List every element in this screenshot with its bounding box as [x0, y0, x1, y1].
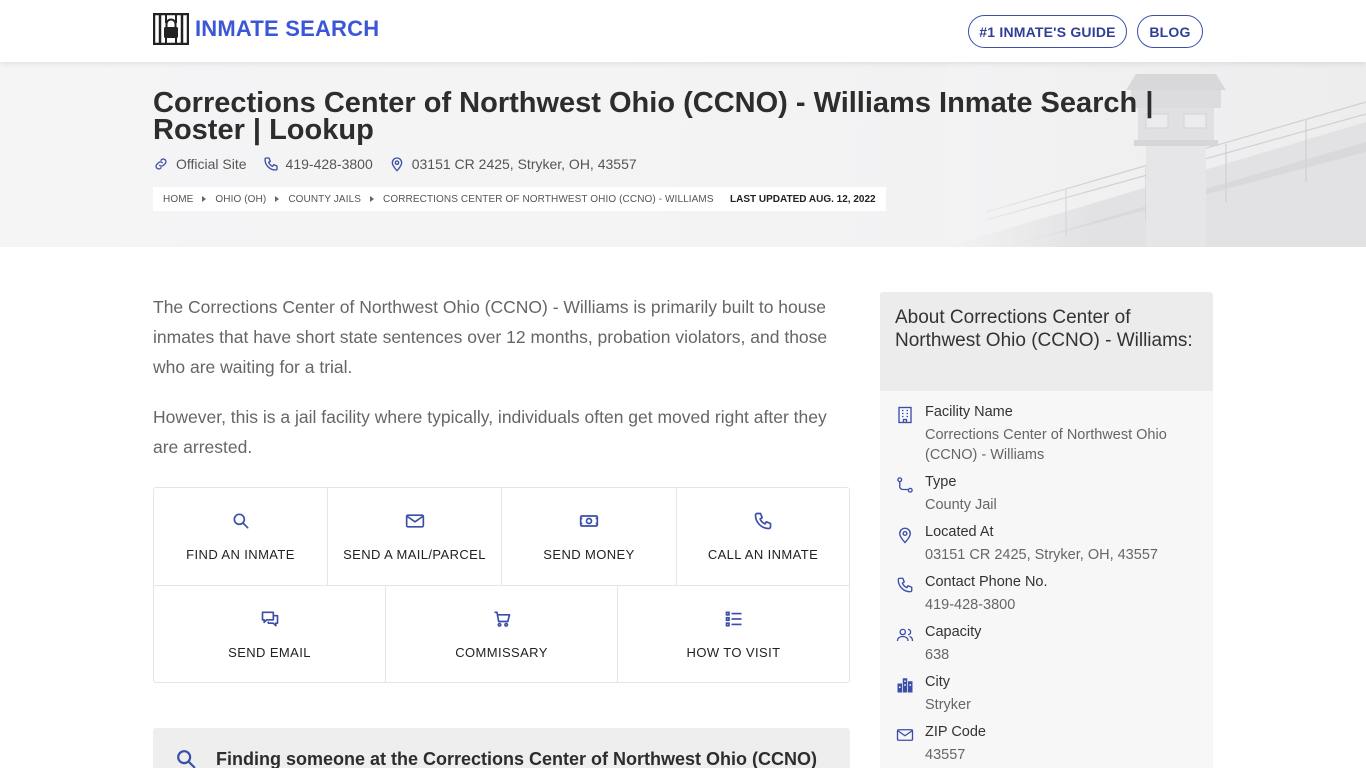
nav-blog-button[interactable]: BLOG	[1137, 15, 1203, 48]
nav-inmates-guide-button[interactable]: #1 INMATE'S GUIDE	[968, 15, 1127, 48]
phone-number: 419-428-3800	[285, 156, 373, 172]
facility-meta-row: Official Site 419-428-3800 03151 CR 2425…	[153, 156, 653, 172]
fact-value: County Jail	[925, 497, 997, 513]
phone-icon	[754, 512, 772, 530]
grid-divider	[385, 586, 386, 683]
phone-icon	[897, 577, 913, 593]
last-updated-badge: LAST UPDATED AUG. 12, 2022	[720, 187, 886, 211]
address-text: 03151 CR 2425, Stryker, OH, 43557	[411, 156, 637, 172]
cart-icon	[494, 611, 510, 627]
breadcrumb-current-facility[interactable]: CORRECTIONS CENTER OF NORTHWEST OHIO (CC…	[383, 194, 714, 205]
grid-divider	[501, 488, 502, 585]
phone-icon	[263, 157, 278, 171]
fact-label: Capacity	[925, 624, 982, 640]
fact-label: Contact Phone No.	[925, 574, 1048, 590]
how-to-visit-button[interactable]: HOW TO VISIT	[618, 586, 849, 683]
mail-icon	[405, 514, 424, 528]
grid-divider	[327, 488, 328, 585]
action-label: SEND A MAIL/PARCEL	[343, 547, 486, 562]
breadcrumb-separator-icon	[370, 196, 375, 202]
search-icon	[177, 750, 196, 768]
official-site-label: Official Site	[176, 156, 247, 172]
action-label: HOW TO VISIT	[686, 645, 781, 660]
map-pin-icon	[899, 527, 911, 544]
fact-value: 638	[925, 647, 950, 663]
find-inmate-button[interactable]: FIND AN INMATE	[154, 488, 327, 585]
list-icon	[725, 611, 741, 627]
search-icon	[233, 513, 248, 529]
fact-value: 03151 CR 2425, Stryker, OH, 43557	[925, 547, 1158, 563]
grid-divider	[676, 488, 677, 585]
page-title: Corrections Center of Northwest Ohio (CC…	[153, 87, 1154, 146]
link-icon	[155, 158, 167, 170]
intro-paragraph: The Corrections Center of Northwest Ohio…	[153, 297, 828, 377]
breadcrumb-county-jails[interactable]: COUNTY JAILS	[288, 194, 361, 205]
send-mail-button[interactable]: SEND A MAIL/PARCEL	[328, 488, 501, 585]
action-label: SEND EMAIL	[228, 645, 311, 660]
fact-phone-link[interactable]: 419-428-3800	[925, 595, 1195, 615]
action-label: SEND MONEY	[543, 547, 635, 562]
fact-value: 43557	[925, 747, 966, 763]
route-icon	[897, 477, 913, 493]
money-icon	[579, 515, 599, 527]
finding-heading: Finding someone at the Corrections Cente…	[216, 749, 818, 768]
map-pin-icon	[391, 157, 403, 172]
city-icon	[897, 678, 913, 693]
intro-paragraph: However, this is a jail facility where t…	[153, 407, 827, 457]
breadcrumb-ohio[interactable]: OHIO (OH)	[215, 194, 266, 205]
finding-section-header: Finding someone at the Corrections Cente…	[153, 728, 850, 768]
official-site-link[interactable]: Official Site	[153, 156, 247, 172]
action-grid: FIND AN INMATE SEND A MAIL/PARCEL SEND M…	[153, 487, 850, 683]
chat-icon	[261, 611, 278, 627]
send-email-button[interactable]: SEND EMAIL	[154, 586, 385, 683]
fact-label: City	[925, 674, 950, 690]
breadcrumb: HOME OHIO (OH) COUNTY JAILS CORRECTIONS …	[153, 187, 724, 211]
logo-text: INMATE SEARCH	[195, 16, 380, 41]
fact-label: Type	[925, 474, 957, 490]
action-label: CALL AN INMATE	[707, 547, 819, 562]
fact-label: Located At	[925, 524, 994, 540]
facility-info-sidebar: About Corrections Center of Northwest Oh…	[880, 292, 1213, 768]
jail-lock-icon	[153, 13, 189, 45]
action-label: COMMISSARY	[455, 645, 548, 660]
action-label: FIND AN INMATE	[186, 547, 295, 562]
fact-label: ZIP Code	[925, 724, 986, 740]
grid-divider	[617, 586, 618, 683]
hero-banner: Corrections Center of Northwest Ohio (CC…	[0, 62, 1366, 247]
intro-text: The Corrections Center of Northwest Ohio…	[153, 292, 843, 482]
fact-value: Stryker	[925, 697, 971, 713]
call-inmate-button[interactable]: CALL AN INMATE	[677, 488, 849, 585]
sidebar-title: About Corrections Center of Northwest Oh…	[880, 292, 1213, 391]
send-money-button[interactable]: SEND MONEY	[502, 488, 676, 585]
fact-label: Facility Name	[925, 404, 1013, 420]
site-logo[interactable]: INMATE SEARCH	[153, 13, 379, 45]
mail-icon	[896, 729, 914, 741]
breadcrumb-separator-icon	[202, 196, 207, 202]
breadcrumb-separator-icon	[275, 196, 280, 202]
top-navbar: INMATE SEARCH #1 INMATE'S GUIDE BLOG	[0, 0, 1366, 62]
fact-value: Corrections Center of Northwest Ohio (CC…	[925, 427, 1167, 463]
users-icon	[896, 628, 914, 642]
address-item: 03151 CR 2425, Stryker, OH, 43557	[389, 156, 637, 172]
commissary-button[interactable]: COMMISSARY	[386, 586, 617, 683]
breadcrumb-home[interactable]: HOME	[163, 194, 193, 205]
phone-link[interactable]: 419-428-3800	[263, 156, 373, 172]
building-icon	[898, 406, 912, 424]
